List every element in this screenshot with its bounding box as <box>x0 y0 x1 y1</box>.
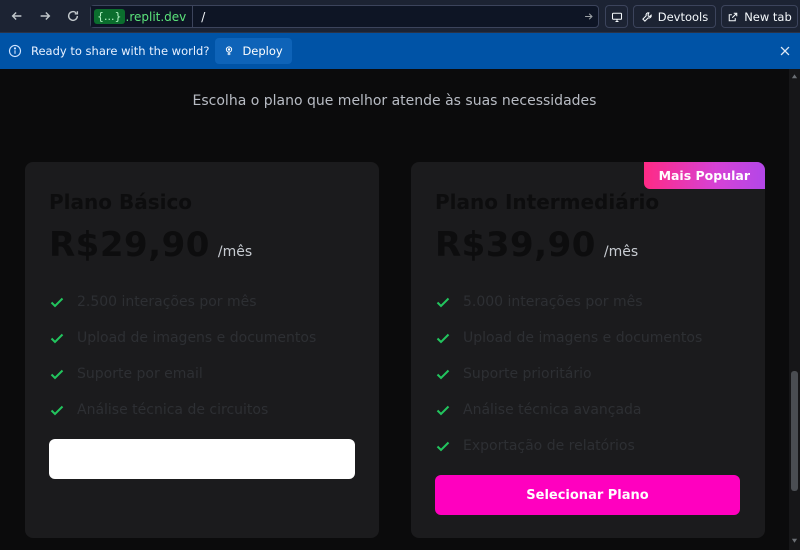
check-icon <box>436 405 450 416</box>
check-icon <box>50 405 64 416</box>
devtools-button[interactable]: Devtools <box>633 5 716 28</box>
arrow-right-icon <box>40 12 51 20</box>
page-scrollbar[interactable] <box>789 69 800 550</box>
info-icon <box>8 44 22 58</box>
plan-period: /mês <box>603 244 639 260</box>
url-host: {...} .replit.dev <box>91 6 194 27</box>
go-button[interactable] <box>578 11 598 22</box>
deploy-icon <box>226 46 233 56</box>
feature-text: Suporte por email <box>77 366 203 382</box>
monitor-icon <box>611 12 622 22</box>
feature-list: 5.000 interações por mês Upload de image… <box>435 284 702 464</box>
url-badge: {...} <box>94 9 125 24</box>
plan-period: /mês <box>217 244 253 260</box>
select-plan-button[interactable] <box>49 439 355 479</box>
new-tab-button[interactable]: New tab <box>721 5 798 28</box>
feature-text: Upload de imagens e documentos <box>463 330 703 346</box>
scroll-thumb[interactable] <box>791 371 798 491</box>
feature-item: Análise técnica de circuitos <box>49 392 316 428</box>
plan-name: Plano Intermediário <box>435 190 660 214</box>
feature-list: 2.500 interações por mês Upload de image… <box>49 284 316 428</box>
arrow-left-icon <box>11 12 22 20</box>
plan-price: R$29,90 <box>49 225 210 265</box>
feature-text: Análise técnica de circuitos <box>77 402 269 418</box>
feature-item: 5.000 interações por mês <box>435 284 702 320</box>
check-icon <box>50 369 64 380</box>
devtools-label: Devtools <box>657 9 709 24</box>
page-subtitle: Escolha o plano que melhor atende às sua… <box>192 93 597 109</box>
popular-badge: Mais Popular <box>643 162 765 189</box>
price-row: R$29,90 /mês <box>49 225 252 265</box>
browser-toolbar: {...} .replit.dev / Devtools New tab <box>0 0 800 33</box>
feature-item: Suporte por email <box>49 356 316 392</box>
check-icon <box>436 369 450 380</box>
plan-card-intermediate: Mais Popular Plano Intermediário R$39,90… <box>411 162 765 538</box>
feature-text: Upload de imagens e documentos <box>77 330 317 346</box>
feature-text: 2.500 interações por mês <box>77 294 257 310</box>
feature-text: Análise técnica avançada <box>463 402 642 418</box>
reload-icon <box>67 10 79 22</box>
feature-item: 2.500 interações por mês <box>49 284 316 320</box>
feature-text: Exportação de relatórios <box>463 438 635 454</box>
check-icon <box>50 333 64 344</box>
select-plan-button[interactable]: Selecionar Plano <box>435 475 740 515</box>
url-path-input[interactable]: / <box>201 10 578 24</box>
forward-button[interactable] <box>32 3 58 29</box>
url-domain: .replit.dev <box>125 9 187 24</box>
plan-name: Plano Básico <box>49 190 193 214</box>
check-icon <box>436 333 450 344</box>
deploy-banner: Ready to share with the world? Deploy <box>0 33 800 69</box>
wrench-icon <box>641 11 652 22</box>
plan-price: R$39,90 <box>435 225 596 265</box>
check-icon <box>436 441 450 452</box>
scroll-up-icon[interactable] <box>791 73 798 80</box>
price-row: R$39,90 /mês <box>435 225 638 265</box>
deploy-label: Deploy <box>242 44 283 58</box>
check-icon <box>436 297 450 308</box>
feature-item: Upload de imagens e documentos <box>49 320 316 356</box>
feature-text: 5.000 interações por mês <box>463 294 643 310</box>
close-icon[interactable] <box>778 44 792 58</box>
external-link-icon <box>728 12 738 21</box>
banner-text: Ready to share with the world? <box>31 44 210 58</box>
feature-item: Suporte prioritário <box>435 356 702 392</box>
feature-item: Exportação de relatórios <box>435 428 702 464</box>
pricing-page: Escolha o plano que melhor atende às sua… <box>0 69 789 550</box>
address-bar[interactable]: {...} .replit.dev / <box>90 5 599 28</box>
reload-button[interactable] <box>60 3 86 29</box>
check-icon <box>50 297 64 308</box>
arrow-right-icon <box>584 13 593 20</box>
feature-item: Upload de imagens e documentos <box>435 320 702 356</box>
back-button[interactable] <box>4 3 30 29</box>
deploy-button[interactable]: Deploy <box>215 38 292 64</box>
new-tab-label: New tab <box>744 9 792 24</box>
plan-card-basic: Plano Básico R$29,90 /mês 2.500 interaçõ… <box>25 162 379 538</box>
screen-button[interactable] <box>605 5 628 28</box>
browser-window: {...} .replit.dev / Devtools New tab Rea… <box>0 0 800 550</box>
feature-text: Suporte prioritário <box>463 366 592 382</box>
feature-item: Análise técnica avançada <box>435 392 702 428</box>
scroll-down-icon[interactable] <box>791 537 798 544</box>
